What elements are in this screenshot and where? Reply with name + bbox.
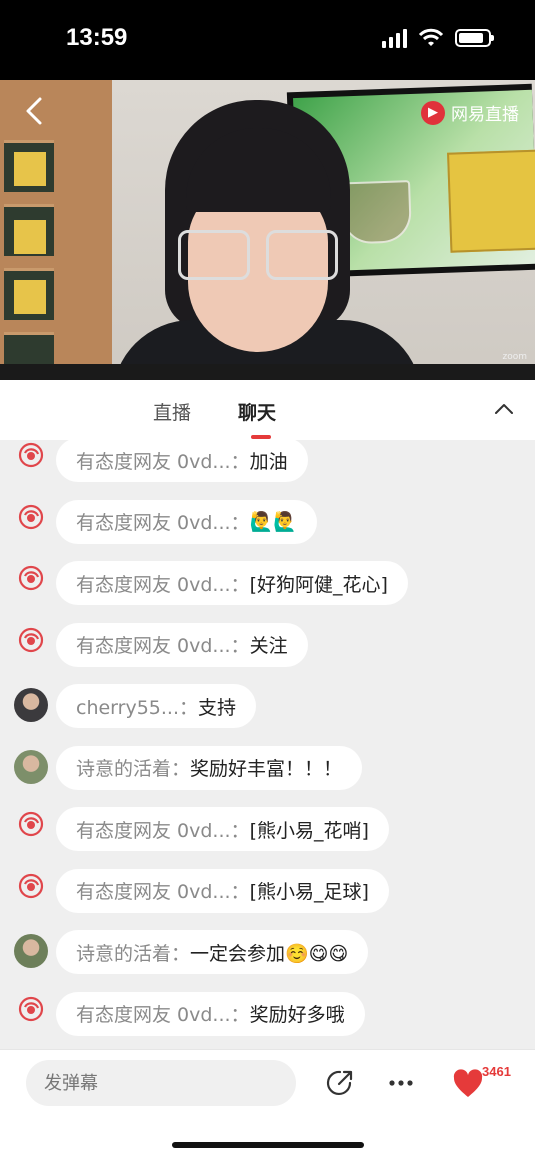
bottom-bar: 3461 <box>0 1049 535 1159</box>
user-avatar[interactable] <box>14 934 48 968</box>
chat-username[interactable]: 有态度网友 0vd...： <box>76 508 250 535</box>
like-count: 3461 <box>482 1064 511 1079</box>
chat-username[interactable]: 有态度网友 0vd...： <box>76 1000 250 1027</box>
chat-bubble: 有态度网友 0vd...： 加油 <box>56 440 308 482</box>
chat-message: cherry55...： 支持 <box>0 684 535 728</box>
brand-logo: ▶ 网易直播 <box>421 100 519 125</box>
chat-text: 支持 <box>198 696 237 719</box>
status-time: 13:59 <box>66 24 128 51</box>
chat-message: 诗意的活着： 一定会参加☺️😋😋 <box>0 930 535 974</box>
chat-text: 🙋‍♂️🙋‍♂️ <box>249 511 297 533</box>
chat-text: [熊小易_足球] <box>249 881 369 903</box>
chat-bubble: 有态度网友 0vd...： [好狗阿健_花心] <box>56 561 408 605</box>
cellular-signal-icon <box>382 28 407 48</box>
user-avatar[interactable] <box>14 688 48 722</box>
streamer-glasses <box>178 230 338 282</box>
netease-logo-avatar-icon[interactable] <box>14 440 48 472</box>
netease-logo-avatar-icon[interactable] <box>14 500 48 534</box>
chat-message: 有态度网友 0vd...： 加油 <box>0 440 535 482</box>
chat-message: 有态度网友 0vd...： [熊小易_花哨] <box>0 807 535 851</box>
chat-username[interactable]: 有态度网友 0vd...： <box>76 447 250 474</box>
chat-bubble: 有态度网友 0vd...： 🙋‍♂️🙋‍♂️ <box>56 499 317 544</box>
netease-logo-avatar-icon[interactable] <box>14 623 48 657</box>
chat-username[interactable]: 有态度网友 0vd...： <box>76 877 250 904</box>
brand-name: 网易直播 <box>451 105 519 125</box>
chat-text: 奖励好丰富！！！ <box>190 758 343 780</box>
netease-logo-avatar-icon[interactable] <box>14 869 48 903</box>
status-icons <box>382 28 494 48</box>
back-icon[interactable] <box>22 96 48 126</box>
chat-message: 有态度网友 0vd...： [熊小易_足球] <box>0 868 535 913</box>
zoom-watermark: zoom <box>502 352 527 362</box>
chat-text: 一定会参加☺️😋😋 <box>190 942 349 965</box>
bookshelf-scene <box>0 80 112 380</box>
chat-message: 有态度网友 0vd...： 关注 <box>0 622 535 667</box>
chat-text: 奖励好多哦 <box>249 1004 345 1026</box>
chat-text: 加油 <box>249 450 288 473</box>
battery-icon <box>455 29 494 47</box>
chat-text: [熊小易_花哨] <box>249 819 369 842</box>
meeting-toolbar <box>0 364 535 380</box>
netease-logo-avatar-icon[interactable] <box>14 561 48 595</box>
chat-username[interactable]: cherry55...： <box>76 693 198 720</box>
chat-message: 有态度网友 0vd...： 🙋‍♂️🙋‍♂️ <box>0 499 535 544</box>
chat-username[interactable]: 有态度网友 0vd...： <box>76 631 250 658</box>
more-icon[interactable] <box>386 1068 416 1098</box>
netease-logo-avatar-icon[interactable] <box>14 807 48 841</box>
chat-message: 有态度网友 0vd...： [好狗阿健_花心] <box>0 561 535 605</box>
chat-username[interactable]: 有态度网友 0vd...： <box>76 816 250 843</box>
chat-username[interactable]: 诗意的活着： <box>76 754 190 781</box>
user-avatar[interactable] <box>14 749 48 784</box>
live-video[interactable]: ▶ 网易直播 zoom <box>0 80 535 380</box>
wifi-icon <box>419 28 443 46</box>
chat-bubble: 有态度网友 0vd...： 关注 <box>56 622 308 667</box>
chat-username[interactable]: 诗意的活着： <box>76 939 190 966</box>
active-tab-indicator <box>251 435 271 439</box>
tab-chat[interactable]: 聊天 <box>238 398 276 425</box>
home-indicator <box>172 1142 364 1148</box>
share-icon[interactable] <box>325 1068 355 1098</box>
chat-bubble: 诗意的活着： 奖励好丰富！！！ <box>56 745 363 790</box>
netease-logo-avatar-icon[interactable] <box>14 992 48 1026</box>
status-bar: 13:59 <box>0 0 535 80</box>
heart-icon[interactable] <box>452 1068 484 1100</box>
chevron-up-icon[interactable] <box>493 398 515 420</box>
chat-text: [好狗阿健_花心] <box>249 573 388 596</box>
chat-username[interactable]: 有态度网友 0vd...： <box>76 570 250 597</box>
netease-live-icon: ▶ <box>421 100 445 125</box>
chat-list[interactable]: 有态度网友 0vd...： 加油 有态度网友 0vd...： 🙋‍♂️🙋‍♂️ 有态度网… <box>0 440 535 1049</box>
chat-text: 关注 <box>249 635 288 657</box>
chat-bubble: 有态度网友 0vd...： [熊小易_花哨] <box>56 807 389 851</box>
danmu-input[interactable] <box>26 1060 296 1106</box>
chat-bubble: 有态度网友 0vd...： 奖励好多哦 <box>56 991 365 1036</box>
chat-message: 有态度网友 0vd...： 奖励好多哦 <box>0 991 535 1036</box>
tab-live[interactable]: 直播 <box>153 398 191 425</box>
chat-message: 诗意的活着： 奖励好丰富！！！ <box>0 745 535 790</box>
chat-bubble: 诗意的活着： 一定会参加☺️😋😋 <box>56 930 369 974</box>
chat-bubble: 有态度网友 0vd...： [熊小易_足球] <box>56 868 389 913</box>
chat-bubble: cherry55...： 支持 <box>56 684 257 728</box>
tab-bar: 直播 聊天 <box>0 380 535 440</box>
